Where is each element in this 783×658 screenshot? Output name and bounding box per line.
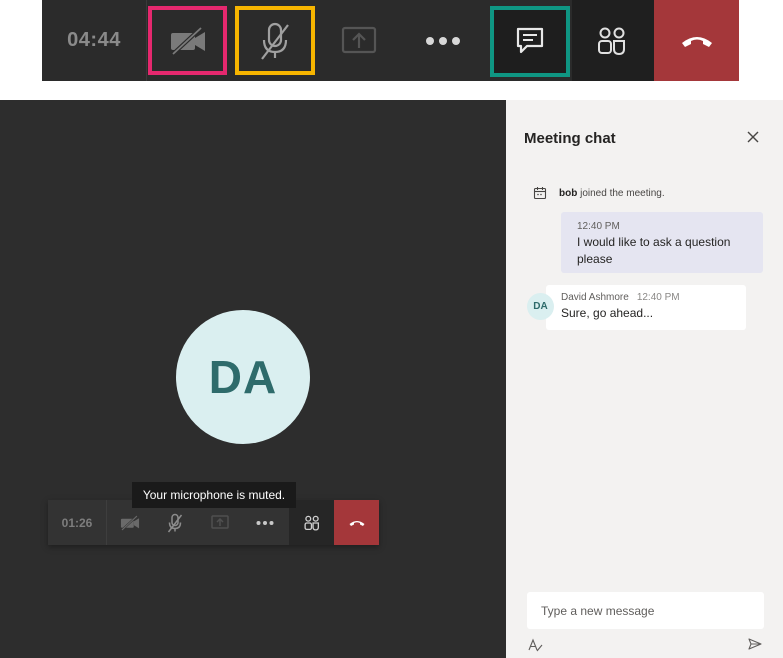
message-text: I would like to ask a question please xyxy=(577,235,731,266)
system-message-text: bob joined the meeting. xyxy=(559,188,665,199)
mini-hang-up-button[interactable] xyxy=(334,500,379,545)
hang-up-button[interactable] xyxy=(654,0,739,81)
camera-toggle-button[interactable] xyxy=(146,0,230,81)
share-screen-button[interactable] xyxy=(317,0,401,81)
mic-off-icon xyxy=(261,22,289,60)
mic-muted-tooltip: Your microphone is muted. xyxy=(132,482,296,508)
close-icon[interactable] xyxy=(746,130,760,144)
phone-hangup-icon xyxy=(681,36,712,47)
people-icon xyxy=(598,27,625,55)
call-timer: 04:44 xyxy=(42,0,147,81)
chat-title: Meeting chat xyxy=(524,130,616,147)
camera-off-icon xyxy=(171,26,205,55)
system-message: bob joined the meeting. xyxy=(533,186,665,200)
my-message-bubble[interactable]: 12:40 PM I would like to ask a question … xyxy=(561,212,763,273)
other-message-bubble[interactable]: David Ashmore 12:40 PM Sure, go ahead... xyxy=(546,285,746,330)
message-time: 12:40 PM xyxy=(577,221,620,232)
message-text: Sure, go ahead... xyxy=(561,306,654,320)
system-message-body: joined the meeting. xyxy=(577,187,665,199)
system-message-user: bob xyxy=(559,187,578,199)
participants-button[interactable] xyxy=(570,0,654,81)
more-icon xyxy=(426,36,460,45)
phone-hangup-icon xyxy=(349,520,364,526)
format-icon[interactable] xyxy=(528,638,544,652)
author-avatar[interactable]: DA xyxy=(527,293,554,320)
mic-off-icon xyxy=(167,513,182,532)
chat-icon xyxy=(516,27,544,53)
mini-call-timer: 01:26 xyxy=(48,500,107,545)
message-time: 12:40 PM xyxy=(636,292,680,303)
camera-off-icon xyxy=(120,514,139,531)
mic-toggle-button[interactable] xyxy=(233,0,317,81)
calendar-join-icon xyxy=(533,187,547,200)
more-icon xyxy=(256,520,273,525)
chat-button[interactable] xyxy=(488,0,572,81)
send-icon[interactable] xyxy=(748,638,762,650)
message-meta: David Ashmore 12:40 PM xyxy=(561,292,731,303)
people-icon xyxy=(303,515,319,531)
more-options-button[interactable] xyxy=(401,0,485,81)
message-input[interactable]: Type a new message xyxy=(527,592,764,629)
share-screen-icon xyxy=(210,515,229,529)
share-screen-icon xyxy=(341,26,377,53)
meeting-chat-panel: Meeting chat bob joined the meeting. 12:… xyxy=(506,100,783,658)
message-author: David Ashmore xyxy=(561,292,629,303)
participant-avatar: DA xyxy=(176,310,310,444)
video-stage: DA 01:26 Your microphone is muted. xyxy=(0,100,506,658)
